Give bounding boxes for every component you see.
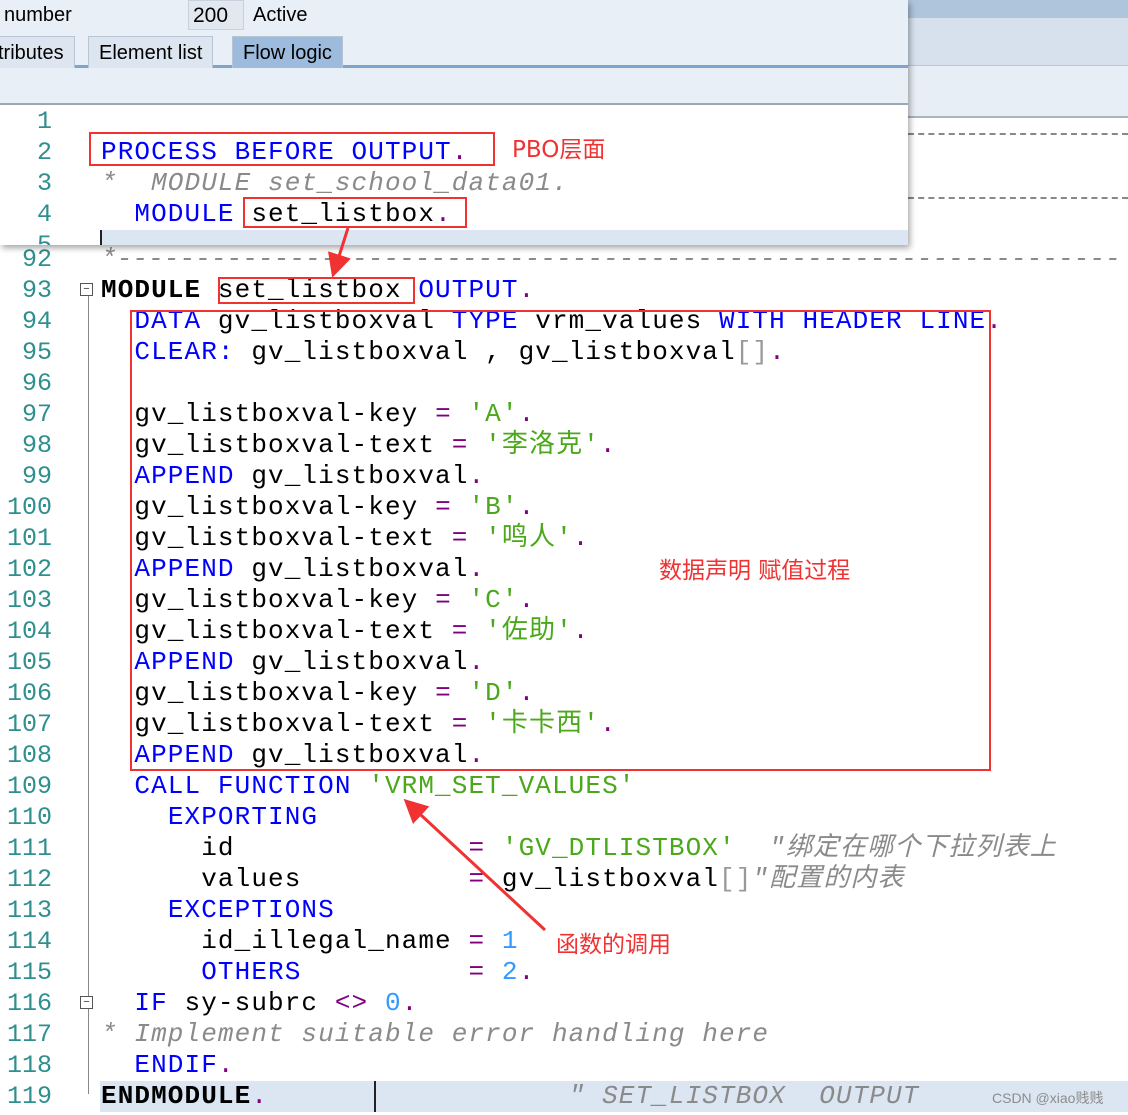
arrow-module-link xyxy=(328,227,351,278)
watermark: CSDN @xiao贱贱 xyxy=(992,1090,1104,1106)
annotation-arrows xyxy=(328,227,547,932)
arrow-function-call xyxy=(403,798,547,932)
